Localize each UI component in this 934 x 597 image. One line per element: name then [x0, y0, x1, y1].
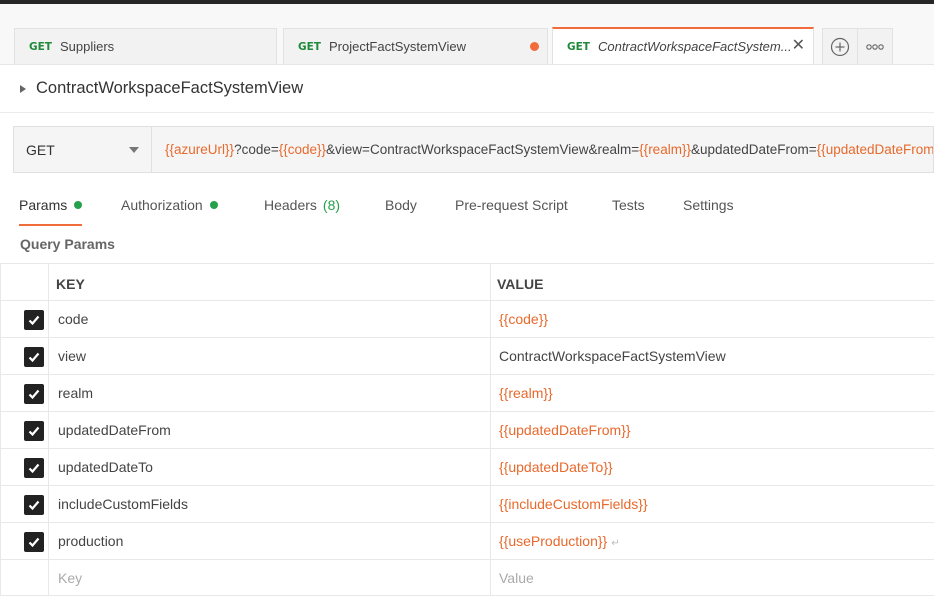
url-part: {{azureUrl}} — [165, 142, 235, 157]
url-part: {{code}} — [278, 142, 327, 157]
query-params-table: KEY VALUE code {{code}} view ContractWor… — [0, 263, 934, 596]
unsaved-changes-dot — [530, 42, 539, 51]
table-row: code {{code}} — [0, 300, 934, 337]
tab-authorization-label: Authorization — [121, 197, 203, 213]
row-checkbox[interactable] — [24, 532, 44, 552]
table-row: includeCustomFields {{includeCustomField… — [0, 485, 934, 522]
param-value-cell[interactable]: {{useProduction}} ↵ — [499, 533, 620, 549]
tab-headers-label: Headers — [264, 197, 317, 213]
url-part: {{updatedDateFrom}} — [816, 142, 933, 157]
request-tabs: Params Authorization Headers (8) Body Pre… — [0, 186, 934, 226]
table-header-row: KEY VALUE — [0, 263, 934, 300]
param-key[interactable]: view — [58, 348, 86, 364]
param-value[interactable]: {{realm}} — [499, 385, 553, 401]
param-key[interactable]: realm — [58, 385, 93, 401]
row-checkbox[interactable] — [24, 495, 44, 515]
plus-circle-icon — [830, 37, 850, 56]
tab-params-label: Params — [19, 197, 68, 213]
table-row: view ContractWorkspaceFactSystemView — [0, 337, 934, 374]
tab-tests-label: Tests — [612, 197, 645, 213]
url-part: &updatedDateFrom= — [690, 142, 817, 157]
row-checkbox[interactable] — [24, 347, 44, 367]
url-part: &view=ContractWorkspaceFactSystemView&re… — [326, 142, 640, 157]
tab-body[interactable]: Body — [385, 186, 417, 224]
method-badge: GET — [29, 40, 52, 53]
tab-body-label: Body — [385, 197, 417, 213]
value-column-header: VALUE — [497, 276, 544, 292]
check-icon — [28, 426, 40, 437]
request-tab-strip: GET Suppliers GET ProjectFactSystemView … — [0, 4, 934, 65]
query-params-heading: Query Params — [20, 236, 115, 252]
check-icon — [28, 352, 40, 363]
tab-label: ProjectFactSystemView — [328, 39, 466, 54]
param-value[interactable]: {{updatedDateFrom}} — [499, 422, 631, 438]
param-value: {{useProduction}} — [499, 533, 608, 549]
param-key[interactable]: updatedDateFrom — [58, 422, 171, 438]
table-row: updatedDateFrom {{updatedDateFrom}} — [0, 411, 934, 448]
new-key-field[interactable]: Key — [58, 570, 82, 586]
status-dot — [209, 201, 218, 209]
status-dot — [74, 201, 83, 209]
method-badge: GET — [298, 40, 321, 53]
param-key[interactable]: includeCustomFields — [58, 496, 188, 512]
param-value[interactable]: {{code}} — [499, 311, 548, 327]
url-part: ?code= — [234, 142, 279, 157]
tab-project-fact-system-view[interactable]: GET ProjectFactSystemView — [283, 28, 548, 64]
tab-suppliers[interactable]: GET Suppliers — [14, 28, 277, 64]
more-dots-icon — [866, 43, 884, 50]
tab-contract-workspace-fact-system-view[interactable]: GET ContractWorkspaceFactSystem... ✕ — [552, 27, 814, 64]
new-value-field[interactable]: Value — [499, 570, 534, 586]
method-badge: GET — [567, 40, 590, 53]
tab-label: ContractWorkspaceFactSystem... — [597, 39, 792, 54]
table-row: realm {{realm}} — [0, 374, 934, 411]
more-tabs-button[interactable] — [857, 28, 893, 64]
tab-authorization[interactable]: Authorization — [121, 186, 218, 224]
row-checkbox[interactable] — [24, 421, 44, 441]
param-value[interactable]: {{includeCustomFields}} — [499, 496, 648, 512]
close-icon[interactable]: ✕ — [792, 38, 805, 54]
check-icon — [28, 315, 40, 326]
return-arrow-icon: ↵ — [611, 538, 620, 549]
table-row: production {{useProduction}} ↵ — [0, 522, 934, 559]
chevron-down-icon — [129, 147, 139, 153]
url-input[interactable]: {{azureUrl}} ?code= {{code}} &view=Contract… — [152, 127, 933, 172]
param-key[interactable]: production — [58, 533, 123, 549]
url-part: {{realm}} — [639, 142, 691, 157]
row-checkbox[interactable] — [24, 310, 44, 330]
request-title-bar: ContractWorkspaceFactSystemView — [0, 65, 934, 113]
row-checkbox[interactable] — [24, 458, 44, 478]
row-checkbox[interactable] — [24, 384, 44, 404]
tab-pre-request-script[interactable]: Pre-request Script — [455, 186, 568, 224]
method-select-value: GET — [26, 141, 55, 158]
tab-params[interactable]: Params — [19, 186, 83, 226]
check-icon — [28, 389, 40, 400]
tab-label: Suppliers — [59, 39, 115, 54]
request-title[interactable]: ContractWorkspaceFactSystemView — [36, 79, 303, 98]
method-select[interactable]: GET — [14, 127, 152, 172]
headers-count: (8) — [322, 197, 341, 213]
param-value[interactable]: ContractWorkspaceFactSystemView — [499, 348, 726, 364]
expand-caret-icon[interactable] — [20, 84, 26, 93]
tab-headers[interactable]: Headers (8) — [264, 186, 340, 224]
tab-settings[interactable]: Settings — [683, 186, 734, 224]
param-key[interactable]: updatedDateTo — [58, 459, 153, 475]
url-bar: GET {{azureUrl}} ?code= {{code}} &view=Cont… — [13, 126, 934, 173]
check-icon — [28, 463, 40, 474]
param-key[interactable]: code — [58, 311, 88, 327]
new-tab-button[interactable] — [822, 28, 858, 64]
table-row: updatedDateTo {{updatedDateTo}} — [0, 448, 934, 485]
table-row-new: Key Value — [0, 559, 934, 596]
key-column-header: KEY — [56, 276, 85, 292]
check-icon — [28, 500, 40, 511]
tab-tests[interactable]: Tests — [612, 186, 645, 224]
tab-prerequest-label: Pre-request Script — [455, 197, 568, 213]
tab-settings-label: Settings — [683, 197, 734, 213]
check-icon — [28, 537, 40, 548]
param-value[interactable]: {{updatedDateTo}} — [499, 459, 613, 475]
